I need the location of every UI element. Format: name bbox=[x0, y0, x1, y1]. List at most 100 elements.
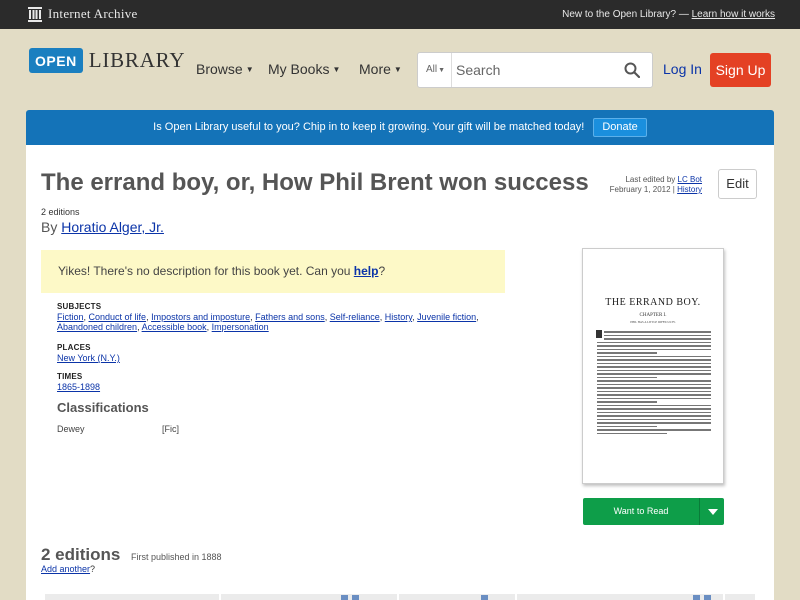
cover-text-line bbox=[597, 380, 711, 382]
cover-text-line bbox=[597, 355, 711, 358]
by-label: By bbox=[41, 219, 58, 235]
cover-text-line bbox=[597, 415, 711, 417]
places-heading: PLACES bbox=[57, 343, 91, 352]
editions-table-column bbox=[221, 594, 399, 600]
cover-text-line bbox=[597, 425, 657, 428]
sort-icon[interactable] bbox=[352, 595, 359, 600]
classifications-heading: Classifications bbox=[57, 400, 149, 415]
editions-table-column bbox=[725, 594, 755, 600]
donate-button[interactable]: Donate bbox=[593, 117, 647, 137]
help-link[interactable]: help bbox=[354, 264, 379, 278]
subject-link[interactable]: Fiction bbox=[57, 312, 84, 322]
editions-table-column bbox=[45, 594, 221, 600]
caret-down-icon: ▼ bbox=[245, 65, 254, 74]
nav-my-books[interactable]: My Books ▼ bbox=[268, 61, 340, 77]
subject-link[interactable]: Conduct of life bbox=[89, 312, 147, 322]
subjects-section: SUBJECTS Fiction, Conduct of life, Impos… bbox=[57, 302, 507, 332]
times-section: TIMES 1865-1898 bbox=[57, 372, 100, 392]
book-panel: The errand boy, or, How Phil Brent won s… bbox=[26, 145, 774, 600]
logo-open-badge: OPEN bbox=[29, 48, 83, 73]
subjects-heading: SUBJECTS bbox=[57, 302, 102, 311]
subject-link[interactable]: Impostors and imposture bbox=[151, 312, 250, 322]
nav-more[interactable]: More ▼ bbox=[359, 61, 402, 77]
question-mark: ? bbox=[378, 264, 386, 278]
first-published: First published in 1888 bbox=[131, 552, 222, 562]
search-icon[interactable] bbox=[624, 62, 640, 78]
login-link[interactable]: Log In bbox=[663, 61, 702, 77]
sort-icon[interactable] bbox=[481, 595, 488, 600]
new-to-open-library-text: New to the Open Library? — bbox=[562, 9, 689, 20]
no-description-text: Yikes! There's no description for this b… bbox=[58, 264, 351, 278]
want-to-read-button[interactable]: Want to Read bbox=[583, 498, 699, 525]
place-link[interactable]: New York (N.Y.) bbox=[57, 353, 120, 363]
cover-text-line bbox=[597, 369, 711, 372]
editions-count: 2 editions bbox=[41, 207, 80, 217]
cover-text-line bbox=[604, 338, 711, 340]
donation-banner: Is Open Library useful to you? Chip in t… bbox=[26, 110, 774, 145]
add-another-link[interactable]: Add another bbox=[41, 564, 90, 574]
subject-link[interactable]: Fathers and sons bbox=[255, 312, 325, 322]
dewey-value: [Fic] bbox=[162, 424, 179, 434]
nav-more-label: More bbox=[359, 61, 391, 77]
learn-how-it-works-link[interactable]: Learn how it works bbox=[692, 9, 775, 20]
history-link[interactable]: History bbox=[677, 185, 702, 194]
cover-text-line bbox=[597, 376, 657, 379]
subject-link[interactable]: Accessible book bbox=[142, 322, 207, 332]
open-library-logo[interactable]: OPEN LIBRARY bbox=[29, 48, 185, 73]
editions-heading: 2 editions bbox=[41, 545, 121, 564]
internet-archive-logo[interactable]: Internet Archive bbox=[28, 6, 138, 22]
last-edited-info: Last edited by LC Bot February 1, 2012 |… bbox=[610, 175, 702, 195]
internet-archive-bar: Internet Archive New to the Open Library… bbox=[0, 0, 800, 29]
cover-text-line bbox=[597, 348, 711, 351]
cover-text-line bbox=[597, 373, 711, 375]
edit-button[interactable]: Edit bbox=[718, 169, 757, 199]
add-another-suffix: ? bbox=[90, 564, 96, 574]
places-section: PLACES New York (N.Y.) bbox=[57, 343, 120, 363]
times-heading: TIMES bbox=[57, 372, 83, 381]
cover-text-line bbox=[597, 397, 711, 400]
caret-down-icon: ▼ bbox=[332, 65, 341, 74]
sort-icon[interactable] bbox=[341, 595, 348, 600]
cover-text-line bbox=[597, 404, 711, 407]
sort-icon[interactable] bbox=[693, 595, 700, 600]
cover-text-line bbox=[597, 408, 711, 410]
cover-text-line bbox=[597, 401, 657, 403]
nav-browse-label: Browse bbox=[196, 61, 243, 77]
last-edited-by-link[interactable]: LC Bot bbox=[678, 175, 702, 184]
cover-text-line bbox=[597, 366, 711, 368]
editions-table-column bbox=[517, 594, 725, 600]
search-scope-select[interactable]: All▼ bbox=[418, 53, 452, 87]
sort-icon[interactable] bbox=[704, 595, 711, 600]
subject-link[interactable]: Impersonation bbox=[212, 322, 269, 332]
nav-browse[interactable]: Browse ▼ bbox=[196, 61, 254, 77]
cover-text-line bbox=[597, 362, 711, 365]
author-byline: By Horatio Alger, Jr. bbox=[41, 219, 164, 235]
cover-text-line bbox=[597, 387, 711, 389]
last-edited-prefix: Last edited by bbox=[625, 175, 676, 184]
search-input[interactable] bbox=[456, 59, 616, 81]
cover-text-line bbox=[597, 418, 711, 421]
author-link[interactable]: Horatio Alger, Jr. bbox=[61, 219, 164, 235]
search-bar: All▼ bbox=[417, 52, 653, 88]
caret-down-icon: ▼ bbox=[438, 67, 446, 74]
book-cover[interactable]: THE ERRAND BOY. CHAPTER I. PHIL HAS A LI… bbox=[582, 248, 724, 484]
time-link[interactable]: 1865-1898 bbox=[57, 382, 100, 392]
cover-subtitle: PHIL HAS A LITTLE DIFFICULTY. bbox=[630, 320, 676, 324]
internet-archive-brand: Internet Archive bbox=[48, 6, 138, 21]
reading-status-dropdown[interactable] bbox=[699, 498, 724, 525]
dewey-label: Dewey bbox=[57, 424, 85, 434]
signup-button[interactable]: Sign Up bbox=[710, 53, 771, 87]
nav-my-books-label: My Books bbox=[268, 61, 330, 77]
subjects-list: Fiction, Conduct of life, Impostors and … bbox=[57, 312, 479, 332]
ia-bar-message: New to the Open Library? — Learn how it … bbox=[562, 9, 775, 20]
subject-link[interactable]: History bbox=[385, 312, 412, 322]
subject-link[interactable]: Abandoned children bbox=[57, 322, 137, 332]
donation-banner-text: Is Open Library useful to you? Chip in t… bbox=[153, 121, 585, 133]
cover-text-line bbox=[597, 422, 711, 424]
search-scope-label: All bbox=[426, 64, 438, 75]
cover-text-line bbox=[597, 394, 711, 396]
no-description-notice: Yikes! There's no description for this b… bbox=[41, 250, 505, 293]
cover-text-line bbox=[597, 429, 711, 431]
subject-link[interactable]: Juvenile fiction bbox=[417, 312, 476, 322]
subject-link[interactable]: Self-reliance bbox=[330, 312, 380, 322]
